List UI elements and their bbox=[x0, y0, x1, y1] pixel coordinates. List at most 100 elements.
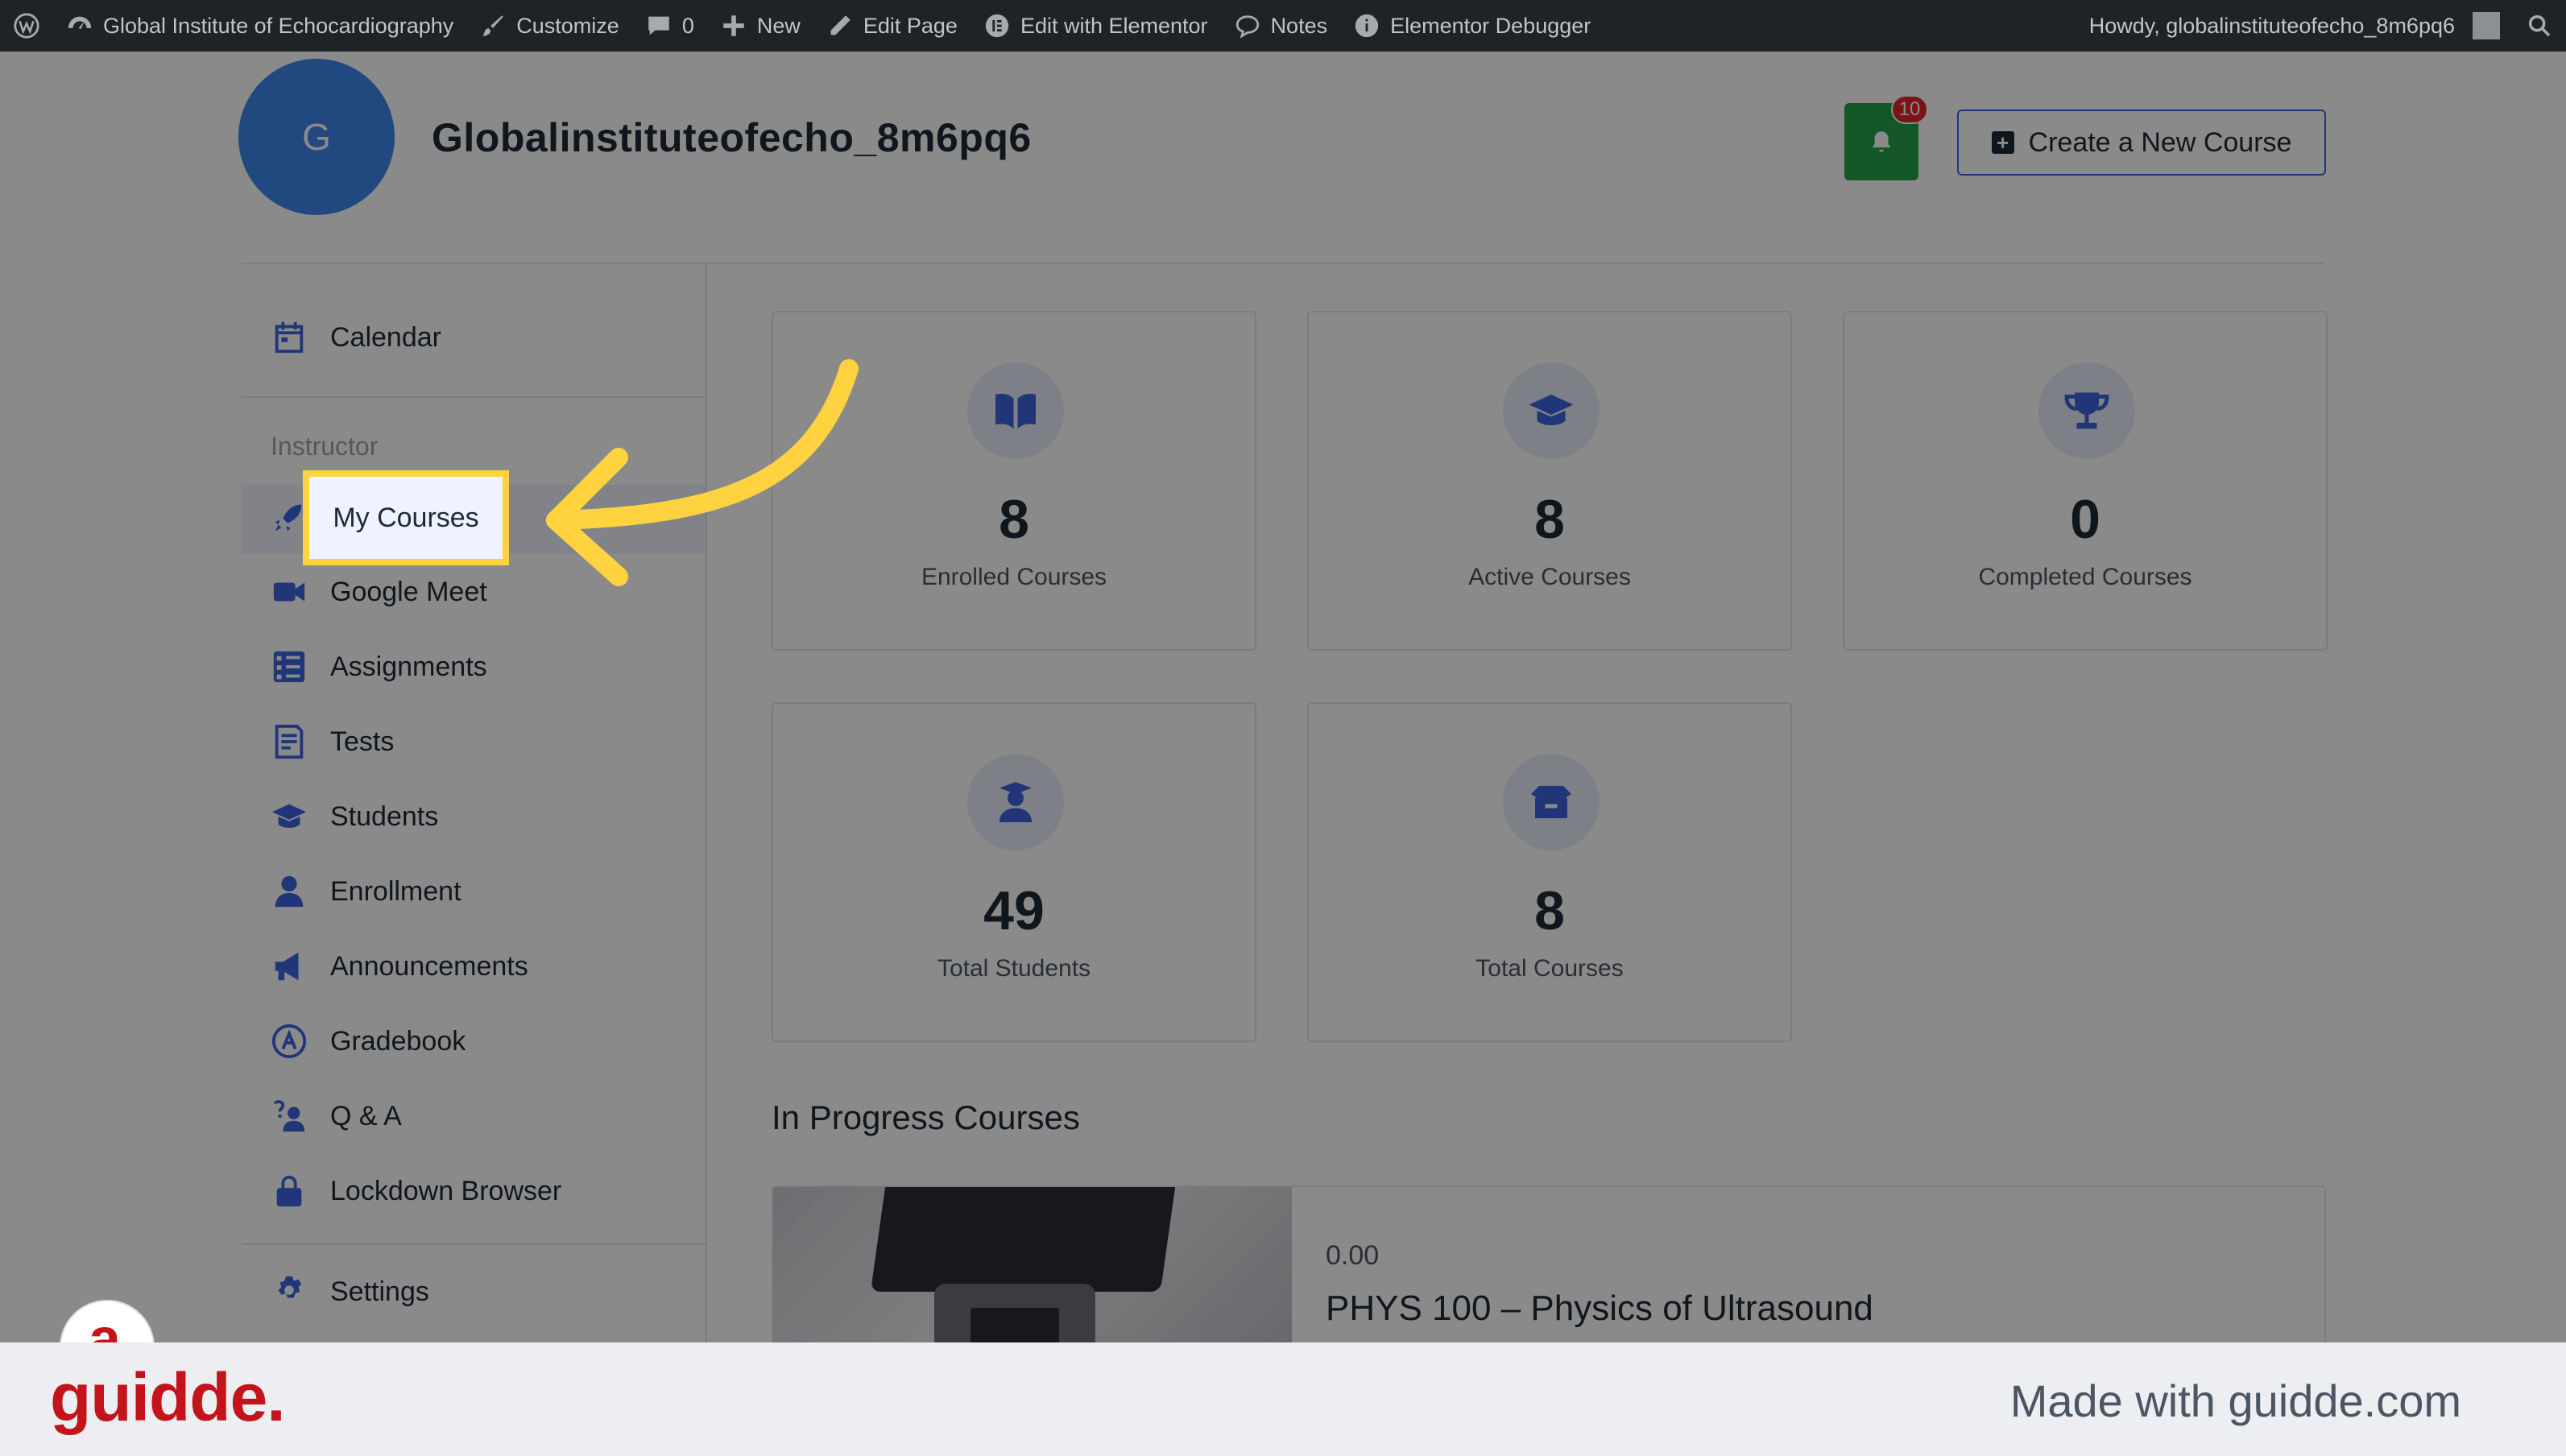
course-price: 0.00 bbox=[1326, 1240, 1380, 1271]
stat-value: 8 bbox=[1534, 880, 1565, 941]
sidebar-item-qa[interactable]: Q & A bbox=[269, 1096, 402, 1136]
sidebar-item-settings[interactable]: Settings bbox=[269, 1272, 429, 1312]
sidebar-item-label: Gradebook bbox=[330, 1025, 466, 1057]
notification-count-badge: 10 bbox=[1891, 95, 1928, 124]
sidebar-separator bbox=[242, 1243, 706, 1245]
stat-label: Total Students bbox=[937, 955, 1091, 982]
sidebar-item-announcements[interactable]: Announcements bbox=[269, 946, 528, 987]
question-person-icon bbox=[269, 1096, 309, 1136]
sidebar-item-label: Lockdown Browser bbox=[330, 1175, 562, 1206]
notes-link[interactable]: Notes bbox=[1221, 0, 1341, 52]
course-thumbnail bbox=[773, 1187, 1292, 1342]
sidebar-item-assignments[interactable]: Assignments bbox=[269, 647, 487, 687]
dashboard-icon bbox=[68, 16, 92, 30]
my-account-menu[interactable]: Howdy, globalinstituteofecho_8m6pq6 bbox=[2076, 0, 2513, 52]
customize-link[interactable]: Customize bbox=[466, 0, 632, 52]
stat-value: 8 bbox=[1534, 489, 1565, 550]
megaphone-icon bbox=[269, 946, 309, 987]
wp-admin-bar: Global Institute of Echocardiography Cus… bbox=[0, 0, 2566, 52]
ultrasound-panel bbox=[971, 1308, 1059, 1342]
info-icon bbox=[1355, 14, 1379, 38]
graduation-cap-icon bbox=[269, 796, 309, 837]
pencil-icon bbox=[830, 15, 851, 35]
course-title-link[interactable]: PHYS 100 – Physics of Ultrasound bbox=[1326, 1288, 1873, 1329]
sidebar-item-label: Assignments bbox=[330, 651, 487, 682]
edit-page-link[interactable]: Edit Page bbox=[813, 0, 971, 52]
guidde-footer: guidde. Made with guidde.com bbox=[0, 1342, 2566, 1456]
trophy-icon bbox=[2038, 362, 2135, 459]
student-icon bbox=[967, 754, 1064, 850]
wordpress-logo-icon[interactable] bbox=[0, 0, 53, 52]
sidebar-item-gradebook[interactable]: Gradebook bbox=[269, 1021, 466, 1061]
comments-count: 0 bbox=[681, 13, 694, 38]
person-icon bbox=[269, 871, 309, 912]
stat-label: Total Courses bbox=[1475, 955, 1624, 982]
made-with-label: Made with guidde.com bbox=[2009, 1375, 2461, 1426]
elementor-debugger-link[interactable]: Elementor Debugger bbox=[1340, 0, 1604, 52]
checklist-icon bbox=[269, 647, 309, 687]
new-content-menu[interactable]: New bbox=[707, 0, 813, 52]
elementor-icon bbox=[985, 14, 1009, 38]
highlight-label: My Courses bbox=[333, 502, 479, 533]
sidebar-item-label: Students bbox=[330, 800, 439, 832]
sidebar-separator bbox=[242, 396, 706, 398]
guidde-logo: guidde. bbox=[50, 1359, 286, 1435]
in-progress-title: In Progress Courses bbox=[772, 1098, 1080, 1136]
stat-value: 8 bbox=[999, 489, 1029, 550]
howdy-label: Howdy, globalinstituteofecho_8m6pq6 bbox=[2088, 13, 2455, 38]
sidebar-item-label: Settings bbox=[330, 1276, 429, 1307]
sidebar-item-lockdown-browser[interactable]: Lockdown Browser bbox=[269, 1171, 561, 1211]
create-new-course-button[interactable]: + Create a New Course bbox=[1957, 110, 2326, 176]
speech-bubble-icon bbox=[1235, 15, 1259, 39]
sidebar-item-enrollment[interactable]: Enrollment bbox=[269, 871, 461, 912]
grade-icon bbox=[269, 1021, 309, 1061]
header-divider bbox=[242, 263, 2324, 264]
stat-card-active-courses: 8 Active Courses bbox=[1307, 311, 1792, 651]
admin-search[interactable] bbox=[2513, 0, 2566, 52]
site-name: Global Institute of Echocardiography bbox=[103, 13, 454, 38]
edit-page-label: Edit Page bbox=[863, 13, 958, 38]
sidebar-item-label: Announcements bbox=[330, 950, 528, 982]
comments-link[interactable]: 0 bbox=[632, 0, 707, 52]
stat-value: 49 bbox=[983, 880, 1045, 941]
profile-username: Globalinstituteofecho_8m6pq6 bbox=[432, 115, 1032, 160]
stat-label: Enrolled Courses bbox=[921, 564, 1107, 590]
sidebar-item-tests[interactable]: Tests bbox=[269, 722, 394, 762]
bell-icon bbox=[1872, 131, 1891, 152]
edit-elementor-label: Edit with Elementor bbox=[1020, 13, 1208, 38]
highlighted-my-courses[interactable]: My Courses bbox=[303, 470, 509, 565]
stat-value: 0 bbox=[2070, 489, 2100, 550]
stat-card-total-students: 49 Total Students bbox=[772, 702, 1256, 1042]
sidebar-item-students[interactable]: Students bbox=[269, 796, 438, 837]
stat-card-completed-courses: 0 Completed Courses bbox=[1843, 311, 2328, 651]
profile-avatar[interactable]: G bbox=[238, 59, 395, 215]
ultrasound-screen bbox=[870, 1187, 1176, 1292]
calendar-icon bbox=[269, 317, 309, 358]
stat-card-enrolled-courses: 8 Enrolled Courses bbox=[772, 311, 1256, 651]
notes-label: Notes bbox=[1270, 13, 1328, 38]
stat-card-total-courses: 8 Total Courses bbox=[1307, 702, 1792, 1042]
sidebar-item-calendar[interactable]: Calendar bbox=[269, 317, 441, 358]
sidebar-item-label: Calendar bbox=[330, 321, 441, 353]
sidebar-item-google-meet[interactable]: Google Meet bbox=[269, 572, 487, 612]
site-name-menu[interactable]: Global Institute of Echocardiography bbox=[53, 0, 466, 52]
gear-icon bbox=[269, 1272, 309, 1312]
customize-label: Customize bbox=[516, 13, 619, 38]
document-icon bbox=[269, 722, 309, 762]
book-icon bbox=[967, 362, 1064, 459]
edit-elementor-link[interactable]: Edit with Elementor bbox=[971, 0, 1221, 52]
stat-label: Active Courses bbox=[1468, 564, 1631, 590]
box-icon bbox=[1503, 754, 1600, 850]
comment-icon bbox=[648, 16, 669, 35]
stat-label: Completed Courses bbox=[1978, 564, 2192, 590]
lock-icon bbox=[269, 1171, 309, 1211]
video-icon bbox=[269, 572, 309, 612]
create-course-label: Create a New Course bbox=[2028, 126, 2292, 158]
new-label: New bbox=[756, 13, 801, 38]
course-card[interactable]: 0.00 PHYS 100 – Physics of Ultrasound bbox=[772, 1185, 2326, 1342]
graduation-cap-icon bbox=[1503, 362, 1600, 459]
sidebar-divider bbox=[706, 264, 707, 1342]
sidebar-item-label: Google Meet bbox=[330, 576, 487, 607]
sidebar-item-label: Q & A bbox=[330, 1100, 402, 1131]
sidebar-item-label: Tests bbox=[330, 726, 395, 757]
